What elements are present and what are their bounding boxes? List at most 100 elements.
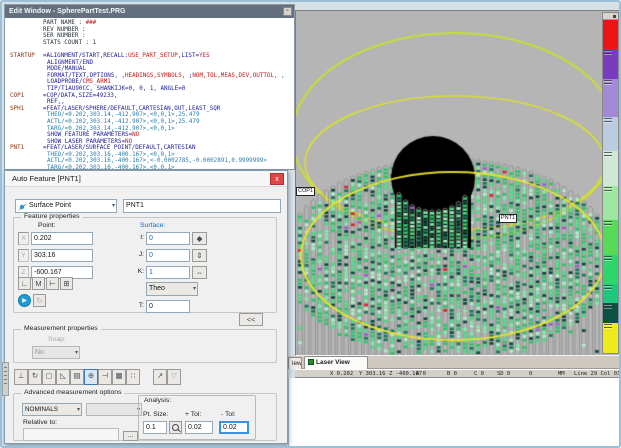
move-path-button[interactable]: ↗ bbox=[153, 369, 167, 385]
color-scale-band bbox=[603, 79, 618, 117]
measurement-properties-group: Measurement properties Snap: No ▾ bbox=[13, 329, 277, 363]
rectangular-coords-button[interactable]: ∟ bbox=[18, 277, 31, 290]
color-scale-bands bbox=[603, 20, 618, 353]
i-label: I: bbox=[130, 234, 144, 241]
color-scale-band bbox=[603, 255, 618, 284]
y-value-input[interactable]: 303.16 bbox=[31, 249, 93, 262]
color-scale-band bbox=[603, 220, 618, 255]
docked-toolbar-fragment[interactable] bbox=[2, 362, 9, 396]
align-vector-icon-button[interactable]: ⇔ bbox=[192, 266, 207, 279]
color-scale-band bbox=[603, 20, 618, 49]
report-panel bbox=[288, 378, 621, 446]
edit-code[interactable]: PART NAME : ###REV NUMBER : SER NUMBER :… bbox=[5, 18, 294, 169]
status-item: A 0 bbox=[416, 371, 426, 378]
color-scale-header[interactable] bbox=[603, 13, 618, 20]
probe-hit-button[interactable]: ⊥ bbox=[14, 369, 28, 385]
regenerate-button[interactable]: ↻ bbox=[33, 294, 46, 307]
code-line: THEO/<0.202,303.16,-400.167>,<0,0,1> bbox=[10, 152, 294, 159]
pt-size-label: Pt. Size: bbox=[143, 411, 168, 418]
code-line: THEO/<0.202,303.14,-412.907>,<0,0,1>,25.… bbox=[10, 112, 294, 119]
minus-tol-input[interactable]: 0.02 bbox=[219, 421, 249, 434]
chevron-down-icon: ▾ bbox=[77, 404, 80, 416]
status-item: Y 303.16 bbox=[359, 371, 386, 378]
dialog-titlebar[interactable]: Auto Feature [PNT1] x bbox=[5, 171, 287, 187]
t-label: T: bbox=[130, 302, 144, 309]
rotate-button[interactable]: ↻ bbox=[28, 369, 42, 385]
chart-mode-button[interactable]: ▤ bbox=[70, 369, 84, 385]
box-mode-button[interactable]: ◻ bbox=[42, 369, 56, 385]
flip-vector-icon-button[interactable]: ⇕ bbox=[192, 249, 207, 262]
tab-laser-view[interactable]: Laser View bbox=[304, 356, 368, 369]
color-scale-band bbox=[603, 151, 618, 185]
code-line: SER NUMBER : bbox=[10, 33, 294, 40]
code-line: SPH1=FEAT/LASER/SPHERE/DEFAULT,CARTESIAN… bbox=[10, 106, 294, 113]
i-value-input[interactable]: 0 bbox=[146, 232, 190, 245]
polar-coords-button[interactable]: M bbox=[32, 277, 45, 290]
pt-size-input[interactable]: 0.1 bbox=[143, 421, 167, 434]
surface-point-icon bbox=[18, 202, 27, 211]
x-value-input[interactable]: 0.202 bbox=[31, 232, 93, 245]
point-cloud-canvas[interactable] bbox=[296, 11, 620, 355]
surface-label: Surface: bbox=[140, 222, 165, 229]
laser-graphics-view[interactable]: COP1 PNT1 bbox=[295, 10, 621, 356]
tab-graphics-view-partial[interactable]: iew bbox=[288, 357, 302, 369]
k-value-input[interactable]: 1 bbox=[146, 266, 190, 279]
j-label: J: bbox=[130, 251, 144, 258]
cop1-feature-label[interactable]: COP1 bbox=[296, 187, 315, 196]
code-line: LOADPROBE/CMS_ARM1 bbox=[10, 79, 294, 86]
status-item: B 0 bbox=[447, 371, 457, 378]
j-value-input[interactable]: 0 bbox=[146, 249, 190, 262]
theo-dropdown[interactable]: Theo ▾ bbox=[146, 282, 198, 296]
close-icon[interactable]: x bbox=[270, 173, 284, 185]
target-mode-button[interactable]: ⊕ bbox=[84, 369, 98, 385]
feature-type-dropdown[interactable]: Surface Point ▾ bbox=[15, 199, 117, 213]
measurement-toolbar: ⊥↻◻◺▤⊕⊣▦∷ ↗▽ bbox=[13, 369, 281, 386]
grid-button[interactable]: ⊞ bbox=[60, 277, 73, 290]
block-button[interactable]: ▦ bbox=[112, 369, 126, 385]
pin-location-button[interactable]: ⊢ bbox=[46, 277, 59, 290]
nominals-dropdown[interactable]: NOMINALS ▾ bbox=[22, 403, 82, 416]
filter-button[interactable]: ▽ bbox=[167, 369, 181, 385]
code-line: SHOW LASER PARAMETERS=NO bbox=[10, 139, 294, 146]
test-point-button[interactable]: ▶ bbox=[18, 294, 31, 307]
analysis-label: Analysis: bbox=[144, 397, 171, 404]
points-button[interactable]: ∷ bbox=[126, 369, 140, 385]
k-label: K: bbox=[130, 268, 144, 275]
feature-name-input[interactable]: PNT1 bbox=[123, 199, 281, 213]
auto-feature-dialog: Auto Feature [PNT1] x Surface Point ▾ PN… bbox=[4, 170, 288, 444]
code-line: ALIGNMENT/END bbox=[10, 60, 294, 67]
status-bar: X 0.202Y 303.16Z -400.167A 0B 0C 0SD 00M… bbox=[295, 369, 621, 378]
browse-button[interactable]: ... bbox=[123, 431, 138, 441]
snap-label: Snap: bbox=[48, 336, 66, 343]
edit-window-restore-button[interactable]: ▫ bbox=[283, 7, 292, 16]
magnifier-icon-button[interactable] bbox=[169, 421, 182, 434]
corner-mode-button[interactable]: ◺ bbox=[56, 369, 70, 385]
relative-to-input[interactable] bbox=[23, 428, 119, 441]
probe-path-button[interactable]: ⊣ bbox=[98, 369, 112, 385]
point-label: Point: bbox=[38, 222, 55, 229]
chevron-down-icon: ▾ bbox=[193, 283, 196, 295]
code-line: TARG/<0.202,303.14,-412.907>,<0,0,1> bbox=[10, 126, 294, 133]
code-line: FORMAT/TEXT,OPTIONS, ,HEADINGS,SYMBOLS, … bbox=[10, 73, 294, 80]
advanced-options-label: Advanced measurement options bbox=[21, 389, 124, 396]
code-line: MODE/MANUAL bbox=[10, 66, 294, 73]
code-line: TARG/<0.202,303.16,-400.167>,<0,0,1> bbox=[10, 165, 294, 169]
chevron-down-icon: ▾ bbox=[112, 200, 115, 212]
code-line: REV NUMBER : bbox=[10, 27, 294, 34]
deviation-color-scale[interactable] bbox=[602, 12, 619, 354]
code-line: ACTL/<0.202,303.16,-400.167>,<-0.0002785… bbox=[10, 158, 294, 165]
plus-tol-label: + Tol: bbox=[185, 411, 201, 418]
surface-vector-icon-button[interactable]: ◆ bbox=[192, 232, 207, 245]
t-value-input[interactable]: 0 bbox=[146, 300, 190, 313]
color-scale-band bbox=[603, 49, 618, 79]
color-scale-band bbox=[603, 284, 618, 303]
status-item: 0 bbox=[529, 371, 532, 378]
code-line: PART NAME : ### bbox=[10, 20, 294, 27]
pnt1-feature-label[interactable]: PNT1 bbox=[499, 214, 517, 223]
collapse-dialog-button[interactable]: << bbox=[239, 313, 263, 326]
view-tabs: iew Laser View bbox=[288, 356, 621, 369]
plus-tol-input[interactable]: 0.02 bbox=[185, 421, 213, 434]
status-item: C 0 bbox=[474, 371, 484, 378]
edit-window-titlebar[interactable]: Edit Window - SpherePartTest.PRG bbox=[5, 5, 294, 18]
status-item: SD 0 bbox=[497, 371, 510, 378]
